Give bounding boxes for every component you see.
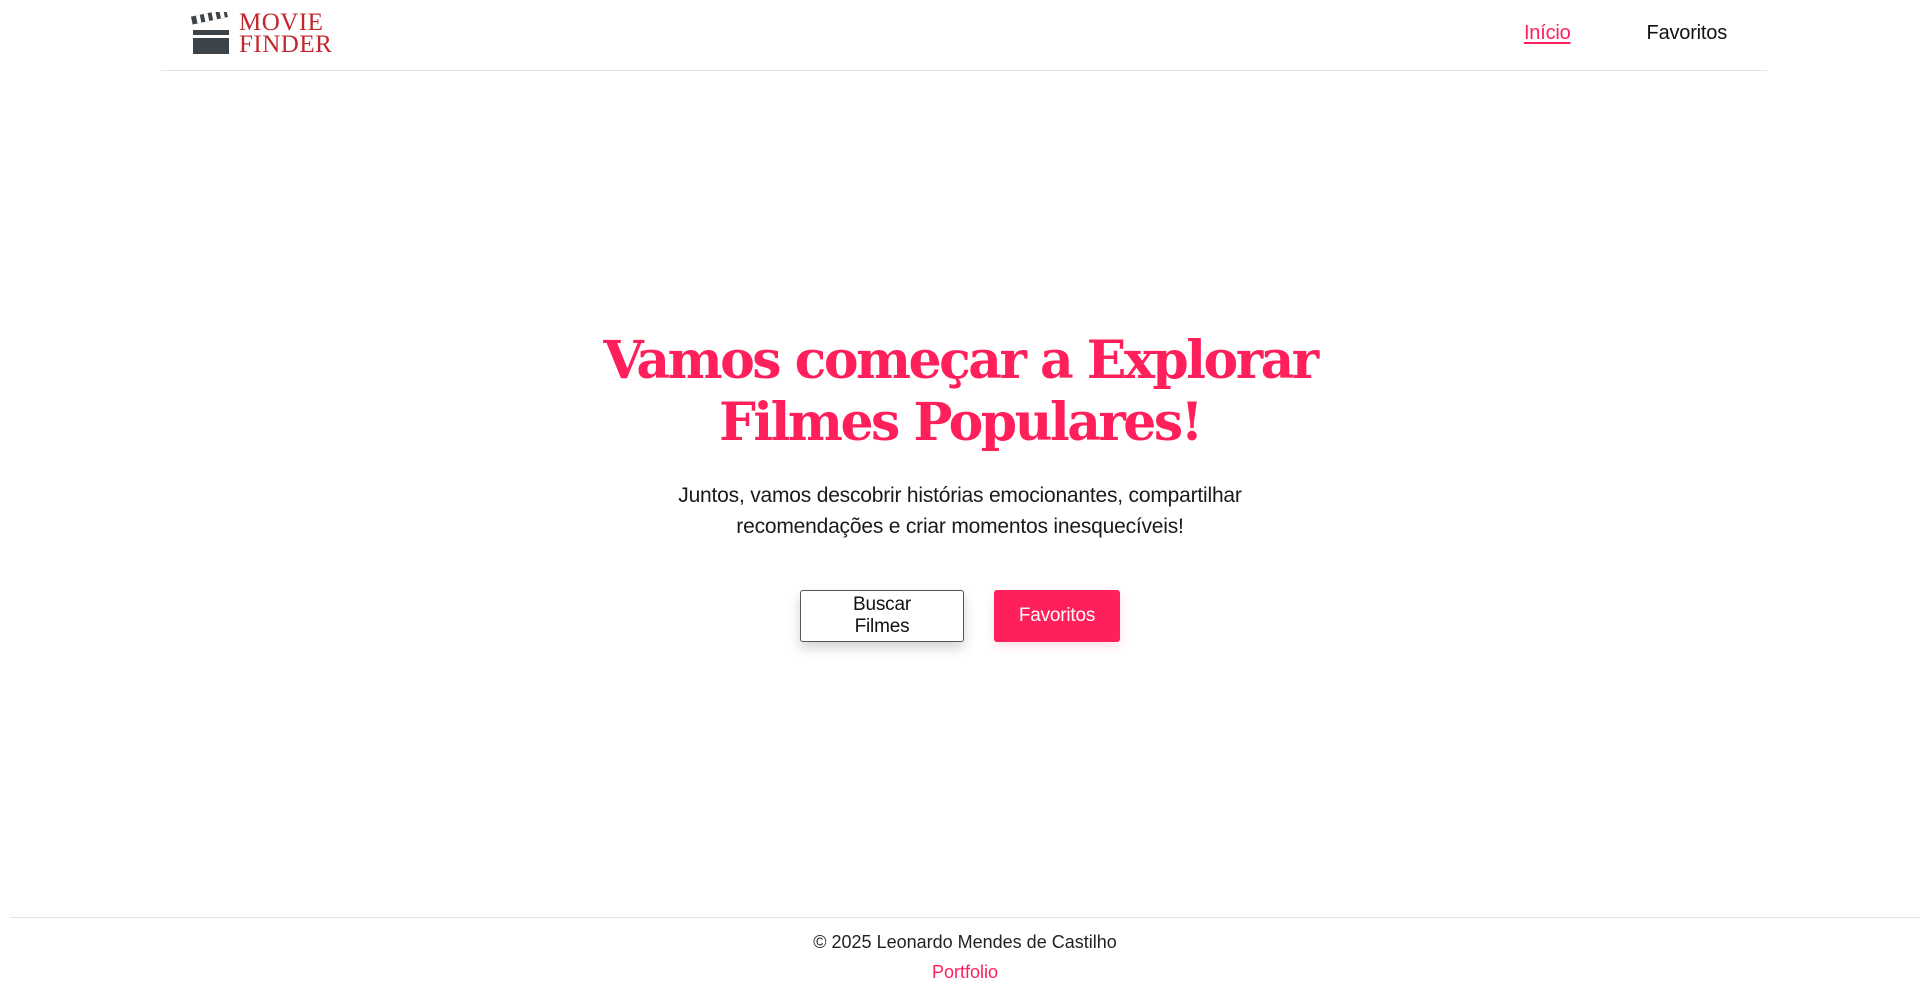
clapperboard-icon <box>191 12 229 54</box>
main-nav: Início Favoritos <box>1524 22 1727 45</box>
logo-wordmark: MOVIE FINDER <box>239 10 333 58</box>
nav-link-home[interactable]: Início <box>1524 22 1571 45</box>
hero-section: Vamos começar a Explorar Filmes Populare… <box>0 330 1920 642</box>
search-movies-button[interactable]: Buscar Filmes <box>800 590 964 642</box>
portfolio-link[interactable]: Portfolio <box>932 960 998 984</box>
hero-actions: Buscar Filmes Favoritos <box>0 590 1920 642</box>
footer-copyright: © 2025 Leonardo Mendes de Castilho <box>813 932 1117 952</box>
nav-link-favorites[interactable]: Favoritos <box>1647 22 1728 45</box>
hero-subtitle: Juntos, vamos descobrir histórias emocio… <box>678 484 1242 538</box>
hero-title: Vamos começar a Explorar Filmes Populare… <box>603 330 1319 453</box>
logo-line-finder: FINDER <box>239 31 333 58</box>
top-navbar: MOVIE FINDER Início Favoritos <box>161 0 1767 71</box>
site-logo[interactable]: MOVIE FINDER <box>191 10 333 58</box>
page-footer: © 2025 Leonardo Mendes de Castilho Portf… <box>10 917 1920 984</box>
favorites-button[interactable]: Favoritos <box>994 590 1120 642</box>
